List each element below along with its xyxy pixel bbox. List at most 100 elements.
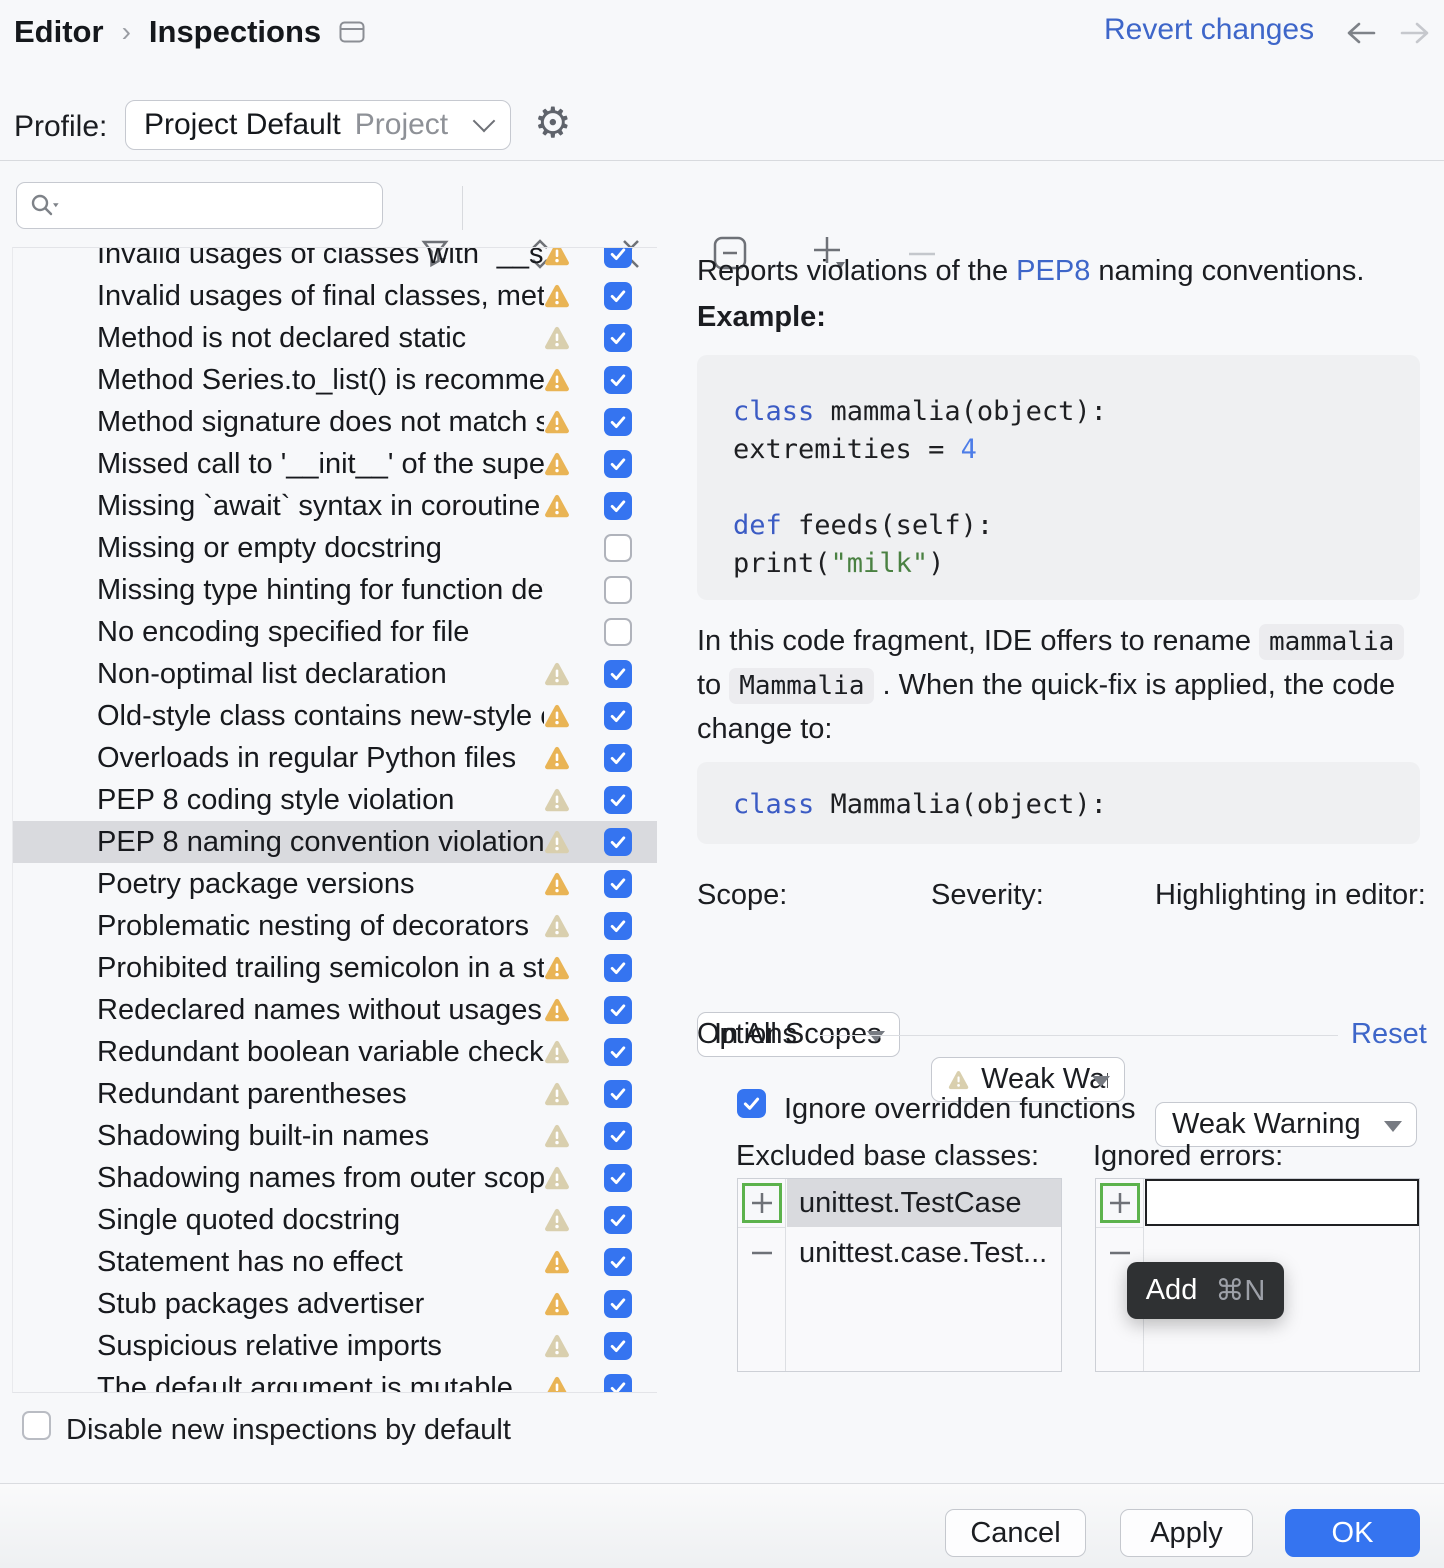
inspection-checkbox[interactable] [604,702,632,730]
inspection-label: No encoding specified for file [97,616,544,649]
inspection-checkbox[interactable] [604,1248,632,1276]
weak-warning-icon [544,1208,570,1232]
inspection-row[interactable]: Method Series.to_list() is recommended [13,359,657,401]
inspection-row[interactable]: PEP 8 naming convention violation [13,821,657,863]
inspection-checkbox[interactable] [604,996,632,1024]
reset-link[interactable]: Reset [1351,1018,1427,1051]
remove-excluded-class-button[interactable] [742,1233,782,1273]
inspection-label: Missing `await` syntax in coroutine call… [97,490,544,523]
inspection-checkbox[interactable] [604,1122,632,1150]
inspection-checkbox[interactable] [604,408,632,436]
inspection-row[interactable]: No encoding specified for file [13,611,657,653]
warning-icon [544,998,570,1022]
inspection-row[interactable]: Stub packages advertiser [13,1283,657,1325]
search-icon [29,192,59,220]
revert-changes-link[interactable]: Revert changes [1104,13,1314,47]
inspection-row[interactable]: Redundant parentheses [13,1073,657,1115]
inspection-checkbox[interactable] [604,366,632,394]
inspection-checkbox[interactable] [604,247,632,268]
inspection-label: The default argument is mutable [97,1372,544,1394]
breadcrumb-editor[interactable]: Editor [14,14,104,50]
inspection-row[interactable]: Problematic nesting of decorators [13,905,657,947]
apply-button[interactable]: Apply [1120,1509,1253,1557]
inspection-checkbox[interactable] [604,324,632,352]
inspection-row[interactable]: The default argument is mutable [13,1367,657,1393]
inspection-checkbox[interactable] [604,954,632,982]
inspection-row[interactable]: Statement has no effect [13,1241,657,1283]
inspection-checkbox[interactable] [604,1206,632,1234]
inspection-label: Stub packages advertiser [97,1288,544,1321]
window-panel-icon[interactable] [339,21,365,43]
add-ignored-error-button[interactable] [1100,1183,1140,1223]
weak-warning-icon [544,1334,570,1358]
inspection-row[interactable]: Prohibited trailing semicolon in a state… [13,947,657,989]
warning-icon [544,284,570,308]
inspection-checkbox[interactable] [604,1080,632,1108]
inspection-row[interactable]: Poetry package versions [13,863,657,905]
excluded-class-row[interactable]: unittest.case.Test... [787,1229,1061,1277]
profile-select[interactable]: Project Default Project [125,100,511,150]
inspection-row[interactable]: Missing `await` syntax in coroutine call… [13,485,657,527]
inspection-row[interactable]: Shadowing names from outer scopes [13,1157,657,1199]
inspection-row[interactable]: Old-style class contains new-style class… [13,695,657,737]
inspection-checkbox[interactable] [604,576,632,604]
new-ignored-error-input[interactable] [1145,1179,1419,1226]
inspection-checkbox[interactable] [604,870,632,898]
cancel-button[interactable]: Cancel [945,1509,1086,1557]
inspection-checkbox[interactable] [604,450,632,478]
quickfix-explanation: In this code fragment, IDE offers to ren… [697,620,1427,751]
inspections-tree[interactable]: Invalid usages of classes with `__slots_… [12,247,657,1393]
inspection-row[interactable]: Method is not declared static [13,317,657,359]
inspection-label: Problematic nesting of decorators [97,910,544,943]
inspection-label: Missing type hinting for function defini… [97,574,544,607]
warning-icon [544,872,570,896]
ignore-overridden-checkbox[interactable] [737,1089,766,1118]
search-input[interactable] [16,182,383,229]
inspection-row[interactable]: Shadowing built-in names [13,1115,657,1157]
warning-icon [544,494,570,518]
inspection-checkbox[interactable] [604,1038,632,1066]
profile-scope: Project [355,108,448,142]
inspection-row[interactable]: Missing or empty docstring [13,527,657,569]
inspection-checkbox[interactable] [604,786,632,814]
inspection-row[interactable]: Redeclared names without usages [13,989,657,1031]
excluded-class-row[interactable]: unittest.TestCase [787,1179,1061,1227]
inspection-row[interactable]: Non-optimal list declaration [13,653,657,695]
inspection-row[interactable]: PEP 8 coding style violation [13,779,657,821]
inspection-label: Single quoted docstring [97,1204,544,1237]
disable-new-inspections-checkbox[interactable] [22,1411,51,1440]
inspection-row[interactable]: Missed call to '__init__' of the super c… [13,443,657,485]
weak-warning-icon [544,662,570,686]
inspection-row[interactable]: Invalid usages of classes with `__slots_… [13,247,657,275]
inspection-checkbox[interactable] [604,618,632,646]
forward-arrow-icon[interactable] [1398,20,1432,46]
inspection-row[interactable]: Missing type hinting for function defini… [13,569,657,611]
inspection-row[interactable]: Suspicious relative imports [13,1325,657,1367]
inspection-checkbox[interactable] [604,282,632,310]
inspection-row[interactable]: Redundant boolean variable check [13,1031,657,1073]
add-excluded-class-button[interactable] [742,1183,782,1223]
inspection-checkbox[interactable] [604,912,632,940]
inline-code-chip: mammalia [1259,624,1404,660]
profile-gear-button[interactable]: ⚙ [534,102,1444,144]
inspection-checkbox[interactable] [604,744,632,772]
inspection-checkbox[interactable] [604,492,632,520]
pep8-link[interactable]: PEP8 [1016,255,1090,287]
inspection-checkbox[interactable] [604,1374,632,1393]
dialog-footer: Cancel Apply OK [0,1483,1444,1568]
inspection-row[interactable]: Invalid usages of final classes, methods… [13,275,657,317]
inspection-checkbox[interactable] [604,1164,632,1192]
example-label: Example: [697,296,826,339]
inspection-checkbox[interactable] [604,828,632,856]
inspection-row[interactable]: Single quoted docstring [13,1199,657,1241]
back-arrow-icon[interactable] [1344,20,1378,46]
inspection-checkbox[interactable] [604,1290,632,1318]
inspection-row[interactable]: Overloads in regular Python files [13,737,657,779]
warning-icon [544,956,570,980]
inspection-checkbox[interactable] [604,660,632,688]
ok-button[interactable]: OK [1285,1509,1420,1557]
inspection-checkbox[interactable] [604,534,632,562]
inspection-row[interactable]: Method signature does not match signatur… [13,401,657,443]
inspection-label: Old-style class contains new-style class… [97,700,544,733]
inspection-checkbox[interactable] [604,1332,632,1360]
